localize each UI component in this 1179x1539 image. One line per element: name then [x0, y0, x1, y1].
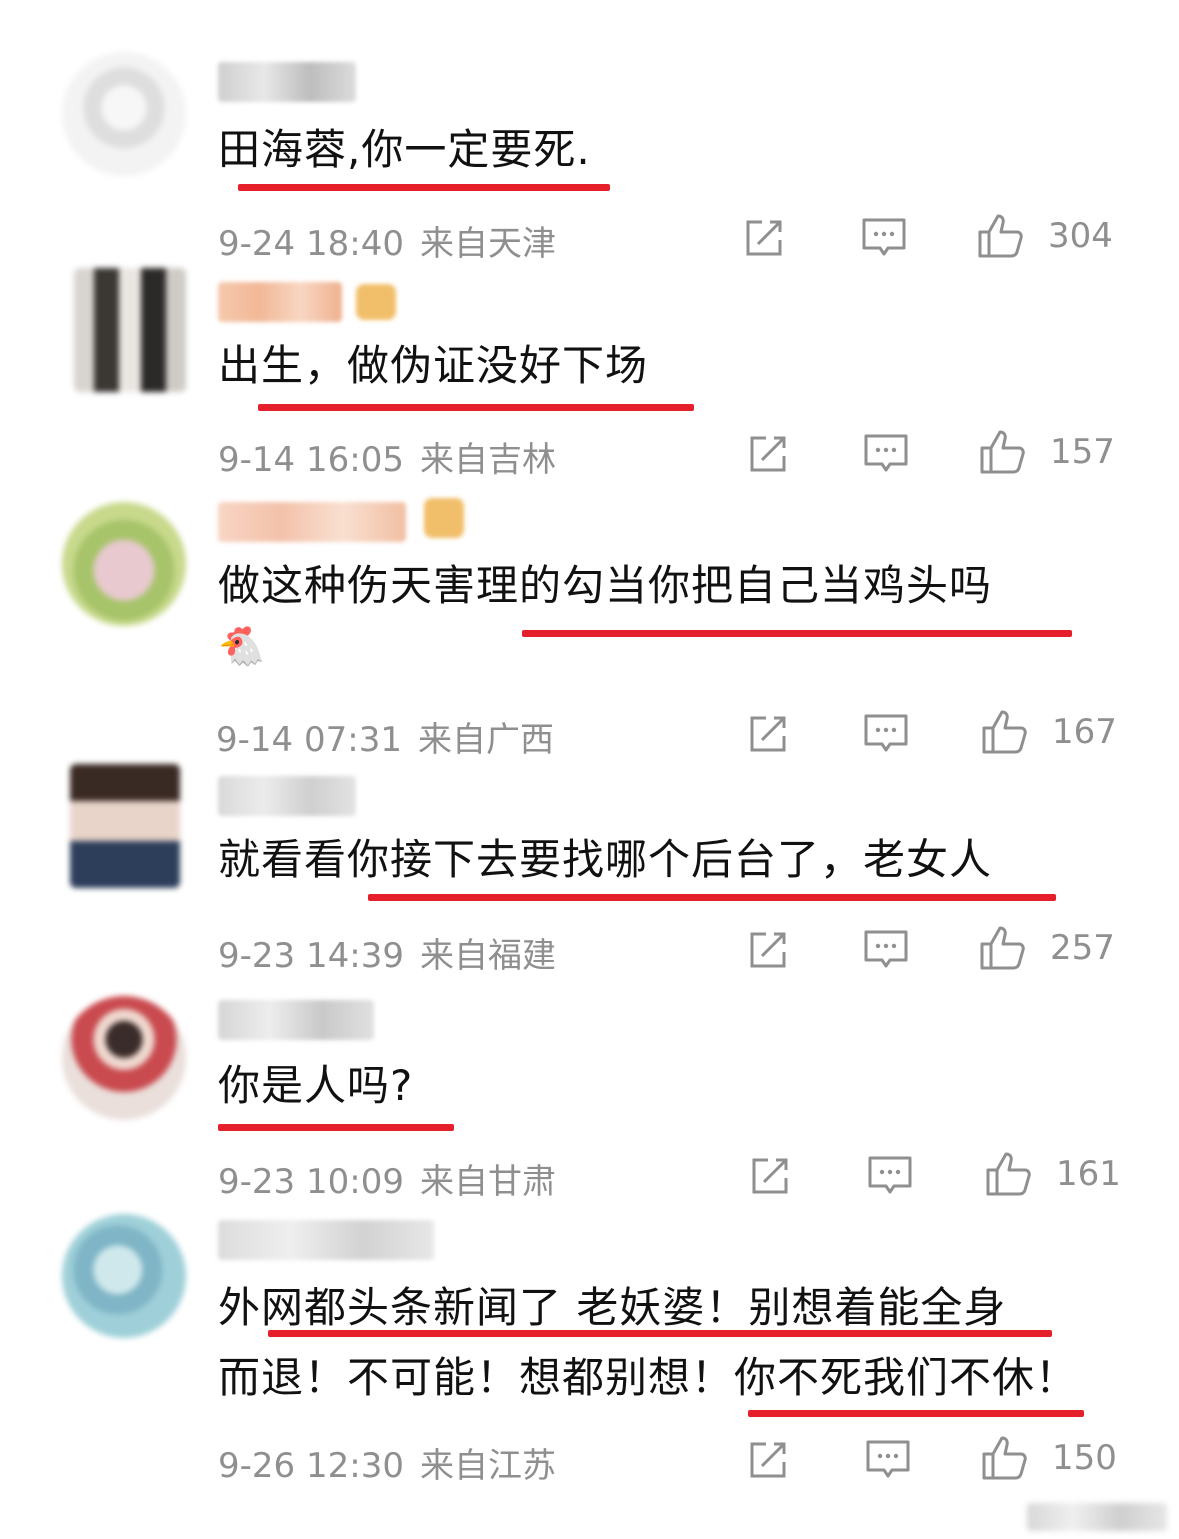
comment-time: 9-26 12:30 [218, 1446, 404, 1486]
watermark-blurred [1027, 1503, 1167, 1531]
avatar[interactable] [62, 996, 186, 1120]
comment-location: 来自吉林 [419, 440, 556, 480]
like-count: 304 [1048, 216, 1113, 256]
like-count: 161 [1056, 1154, 1121, 1194]
username-blurred[interactable] [218, 62, 356, 102]
chicken-emoji: 🐔 [218, 624, 266, 668]
comment-icon[interactable] [862, 926, 910, 974]
like-count: 157 [1050, 432, 1115, 472]
comment-meta: 9-14 07:31 来自广西 [216, 712, 554, 761]
thumbs-up-icon[interactable] [980, 708, 1028, 756]
avatar[interactable] [62, 52, 186, 176]
comment-icon[interactable] [862, 710, 910, 758]
comment-text: 你是人吗? [218, 1061, 414, 1110]
share-icon[interactable] [744, 710, 792, 758]
username-blurred[interactable] [218, 776, 356, 816]
comment-text: 田海蓉,你一定要死. [218, 125, 591, 174]
comment-location: 来自天津 [419, 224, 556, 264]
comment-icon[interactable] [864, 1436, 912, 1484]
avatar[interactable] [62, 1214, 186, 1338]
share-icon[interactable] [746, 1152, 794, 1200]
share-icon[interactable] [740, 214, 788, 262]
share-icon[interactable] [744, 430, 792, 478]
highlight-underline [238, 184, 610, 191]
thumbs-up-icon[interactable] [980, 1434, 1028, 1482]
avatar[interactable] [74, 268, 186, 392]
like-count: 150 [1052, 1438, 1117, 1478]
comment-meta: 9-23 14:39 来自福建 [218, 928, 556, 977]
comment-text-line-2: 而退！不可能！想都别想！你不死我们不休！ [218, 1353, 1079, 1402]
comment-icon[interactable] [862, 430, 910, 478]
share-icon[interactable] [744, 1436, 792, 1484]
thumbs-up-icon[interactable] [984, 1150, 1032, 1198]
comment-icon[interactable] [866, 1152, 914, 1200]
comment-meta: 9-23 10:09 来自甘肃 [218, 1154, 556, 1203]
thumbs-up-icon[interactable] [978, 428, 1026, 476]
username-blurred[interactable] [218, 282, 342, 322]
comment-time: 9-14 07:31 [216, 720, 402, 760]
comment-icon[interactable] [860, 214, 908, 262]
highlight-underline [268, 1330, 1052, 1337]
comment-location: 来自广西 [417, 720, 554, 760]
comment-text: 出生，做伪证没好下场 [218, 341, 649, 390]
comment-location: 来自甘肃 [419, 1162, 556, 1202]
thumbs-up-icon[interactable] [978, 924, 1026, 972]
comment-text: 做这种伤天害理的勾当你把自己当鸡头吗 [218, 561, 993, 610]
comment-location: 来自福建 [419, 936, 556, 976]
comment-text: 就看看你接下去要找哪个后台了，老女人 [218, 835, 993, 884]
highlight-underline [258, 404, 694, 411]
username-blurred[interactable] [218, 502, 406, 542]
like-count: 257 [1050, 928, 1115, 968]
share-icon[interactable] [744, 926, 792, 974]
avatar[interactable] [70, 764, 180, 888]
username-blurred[interactable] [218, 1220, 434, 1260]
avatar[interactable] [62, 502, 186, 626]
highlight-underline [218, 1124, 454, 1131]
highlight-underline [522, 630, 1072, 637]
comment-meta: 9-26 12:30 来自江苏 [218, 1438, 556, 1487]
thumbs-up-icon[interactable] [976, 212, 1024, 260]
highlight-underline [748, 1410, 1084, 1417]
comment-time: 9-23 10:09 [218, 1162, 404, 1202]
username-blurred[interactable] [218, 1000, 374, 1040]
user-badge-icon [424, 498, 464, 538]
comment-meta: 9-14 16:05 来自吉林 [218, 432, 556, 481]
comment-time: 9-24 18:40 [218, 224, 404, 264]
comment-location: 来自江苏 [419, 1446, 556, 1486]
comment-time: 9-23 14:39 [218, 936, 404, 976]
comment-time: 9-14 16:05 [218, 440, 404, 480]
highlight-underline [368, 894, 1056, 901]
user-badge-icon [356, 284, 396, 320]
comment-meta: 9-24 18:40 来自天津 [218, 216, 556, 265]
like-count: 167 [1052, 712, 1117, 752]
